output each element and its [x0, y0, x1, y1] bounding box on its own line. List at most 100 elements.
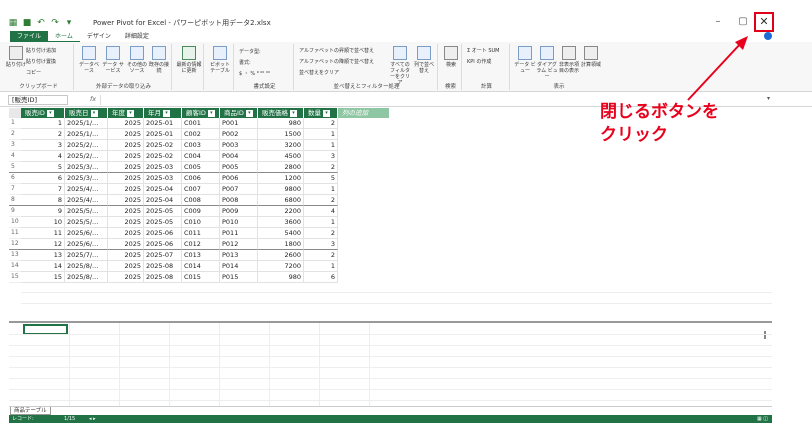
- row-number[interactable]: 15: [9, 272, 21, 283]
- table-cell[interactable]: 2025/2/...: [65, 151, 108, 162]
- column-header[interactable]: 販売ID ▾: [21, 108, 65, 118]
- format-dropdown[interactable]: 書式:: [239, 59, 251, 66]
- number-format-buttons[interactable]: $ ・ % ⁹ ⁰⁰ ⁰⁰: [239, 70, 270, 77]
- row-number[interactable]: 5: [9, 162, 21, 173]
- table-cell[interactable]: C014: [182, 261, 220, 272]
- table-cell[interactable]: 2025-03: [144, 173, 182, 184]
- column-header[interactable]: 数量 ▾: [304, 108, 338, 118]
- table-cell[interactable]: C012: [182, 239, 220, 250]
- column-filter-icon[interactable]: ▾: [90, 110, 98, 117]
- table-cell[interactable]: 2025: [108, 272, 144, 283]
- customize-icon[interactable]: ▾: [64, 18, 74, 28]
- table-cell[interactable]: 980: [258, 272, 304, 283]
- clear-sort-button[interactable]: 並べ替えをクリア: [299, 69, 339, 76]
- table-cell[interactable]: 2025: [108, 140, 144, 151]
- table-cell[interactable]: P013: [220, 250, 258, 261]
- table-cell[interactable]: 2025/4/...: [65, 184, 108, 195]
- save-icon[interactable]: ■: [22, 18, 32, 28]
- table-cell[interactable]: 2: [304, 118, 338, 129]
- expand-formula-icon[interactable]: ▾: [767, 95, 770, 102]
- table-cell[interactable]: 3: [304, 151, 338, 162]
- table-cell[interactable]: P011: [220, 228, 258, 239]
- column-filter-icon[interactable]: ▾: [127, 110, 134, 117]
- view-switch-icons[interactable]: ▦ ◫: [757, 415, 768, 423]
- table-cell[interactable]: 4: [21, 151, 65, 162]
- help-icon[interactable]: [764, 32, 772, 40]
- table-cell[interactable]: 2800: [258, 162, 304, 173]
- table-row[interactable]: 8 8 2025/4/... 2025 2025-04 C008 P008 6800 2: [9, 195, 772, 206]
- table-cell[interactable]: 4: [304, 206, 338, 217]
- pivot-table-button[interactable]: ピボットテーブル: [208, 46, 232, 74]
- table-cell[interactable]: 2025/3/...: [65, 162, 108, 173]
- table-cell[interactable]: P005: [220, 162, 258, 173]
- table-cell[interactable]: 2025-05: [144, 206, 182, 217]
- row-number[interactable]: 2: [9, 129, 21, 140]
- table-cell[interactable]: 2025-01: [144, 129, 182, 140]
- clear-filter-button[interactable]: すべてのフィルターをクリア: [388, 46, 412, 86]
- tab-design[interactable]: デザイン: [80, 31, 118, 42]
- select-all-corner[interactable]: [9, 108, 21, 118]
- table-cell[interactable]: 1800: [258, 239, 304, 250]
- table-cell[interactable]: 2025/8/...: [65, 272, 108, 283]
- paste-button[interactable]: 貼り付け: [6, 46, 26, 68]
- table-cell[interactable]: 2025/6/...: [65, 239, 108, 250]
- table-cell[interactable]: P015: [220, 272, 258, 283]
- table-cell[interactable]: 3: [21, 140, 65, 151]
- column-header[interactable]: 年度 ▾: [108, 108, 144, 118]
- row-number[interactable]: 6: [9, 173, 21, 184]
- table-cell[interactable]: P003: [220, 140, 258, 151]
- row-number[interactable]: 1: [9, 118, 21, 129]
- table-cell[interactable]: 2025: [108, 118, 144, 129]
- table-cell[interactable]: 2025: [108, 239, 144, 250]
- table-cell[interactable]: 2: [304, 162, 338, 173]
- table-cell[interactable]: 5: [304, 173, 338, 184]
- table-cell[interactable]: 2025: [108, 217, 144, 228]
- table-cell[interactable]: 2025-04: [144, 184, 182, 195]
- table-cell[interactable]: 3600: [258, 217, 304, 228]
- table-cell[interactable]: P007: [220, 184, 258, 195]
- table-cell[interactable]: 12: [21, 239, 65, 250]
- row-number[interactable]: 8: [9, 195, 21, 206]
- table-row[interactable]: 5 5 2025/3/... 2025 2025-03 C005 P005 2800 2: [9, 162, 772, 173]
- table-cell[interactable]: P012: [220, 239, 258, 250]
- table-cell[interactable]: 6800: [258, 195, 304, 206]
- table-cell[interactable]: C005: [182, 162, 220, 173]
- table-cell[interactable]: 2025/7/...: [65, 250, 108, 261]
- table-cell[interactable]: 1200: [258, 173, 304, 184]
- table-cell[interactable]: 2: [21, 129, 65, 140]
- table-cell[interactable]: 14: [21, 261, 65, 272]
- row-number[interactable]: 3: [9, 140, 21, 151]
- table-cell[interactable]: C006: [182, 173, 220, 184]
- table-cell[interactable]: 2025-02: [144, 140, 182, 151]
- column-filter-icon[interactable]: ▾: [323, 110, 330, 117]
- table-row[interactable]: 6 6 2025/3/... 2025 2025-03 C006 P006 1200 5: [9, 173, 772, 184]
- table-cell[interactable]: 5: [21, 162, 65, 173]
- column-filter-icon[interactable]: ▾: [163, 110, 170, 117]
- table-cell[interactable]: 5400: [258, 228, 304, 239]
- paste-replace-button[interactable]: 貼り付け置換: [26, 58, 56, 65]
- table-cell[interactable]: C008: [182, 195, 220, 206]
- table-cell[interactable]: 1: [21, 118, 65, 129]
- data-view-button[interactable]: データ ビュー: [514, 46, 536, 74]
- column-header[interactable]: 年月 ▾: [144, 108, 182, 118]
- table-cell[interactable]: 4500: [258, 151, 304, 162]
- table-cell[interactable]: C013: [182, 250, 220, 261]
- table-cell[interactable]: 2: [304, 250, 338, 261]
- table-cell[interactable]: P002: [220, 129, 258, 140]
- table-cell[interactable]: 2025-06: [144, 239, 182, 250]
- table-cell[interactable]: P008: [220, 195, 258, 206]
- table-cell[interactable]: 2: [304, 228, 338, 239]
- table-cell[interactable]: 2025: [108, 173, 144, 184]
- sort-ascending-button[interactable]: アルファベットの昇順で並べ替え: [299, 47, 374, 54]
- table-cell[interactable]: C004: [182, 151, 220, 162]
- add-column-header[interactable]: 列の追加: [338, 108, 390, 118]
- table-cell[interactable]: 2025-08: [144, 261, 182, 272]
- table-cell[interactable]: 1: [304, 261, 338, 272]
- table-cell[interactable]: 2025-03: [144, 162, 182, 173]
- table-cell[interactable]: 2025-04: [144, 195, 182, 206]
- column-header[interactable]: 販売価格 ▾: [258, 108, 304, 118]
- tab-file[interactable]: ファイル: [10, 31, 49, 42]
- table-row[interactable]: 13 13 2025/7/... 2025 2025-07 C013 P013 2600 2: [9, 250, 772, 261]
- table-cell[interactable]: 2025-07: [144, 250, 182, 261]
- table-cell[interactable]: 1500: [258, 129, 304, 140]
